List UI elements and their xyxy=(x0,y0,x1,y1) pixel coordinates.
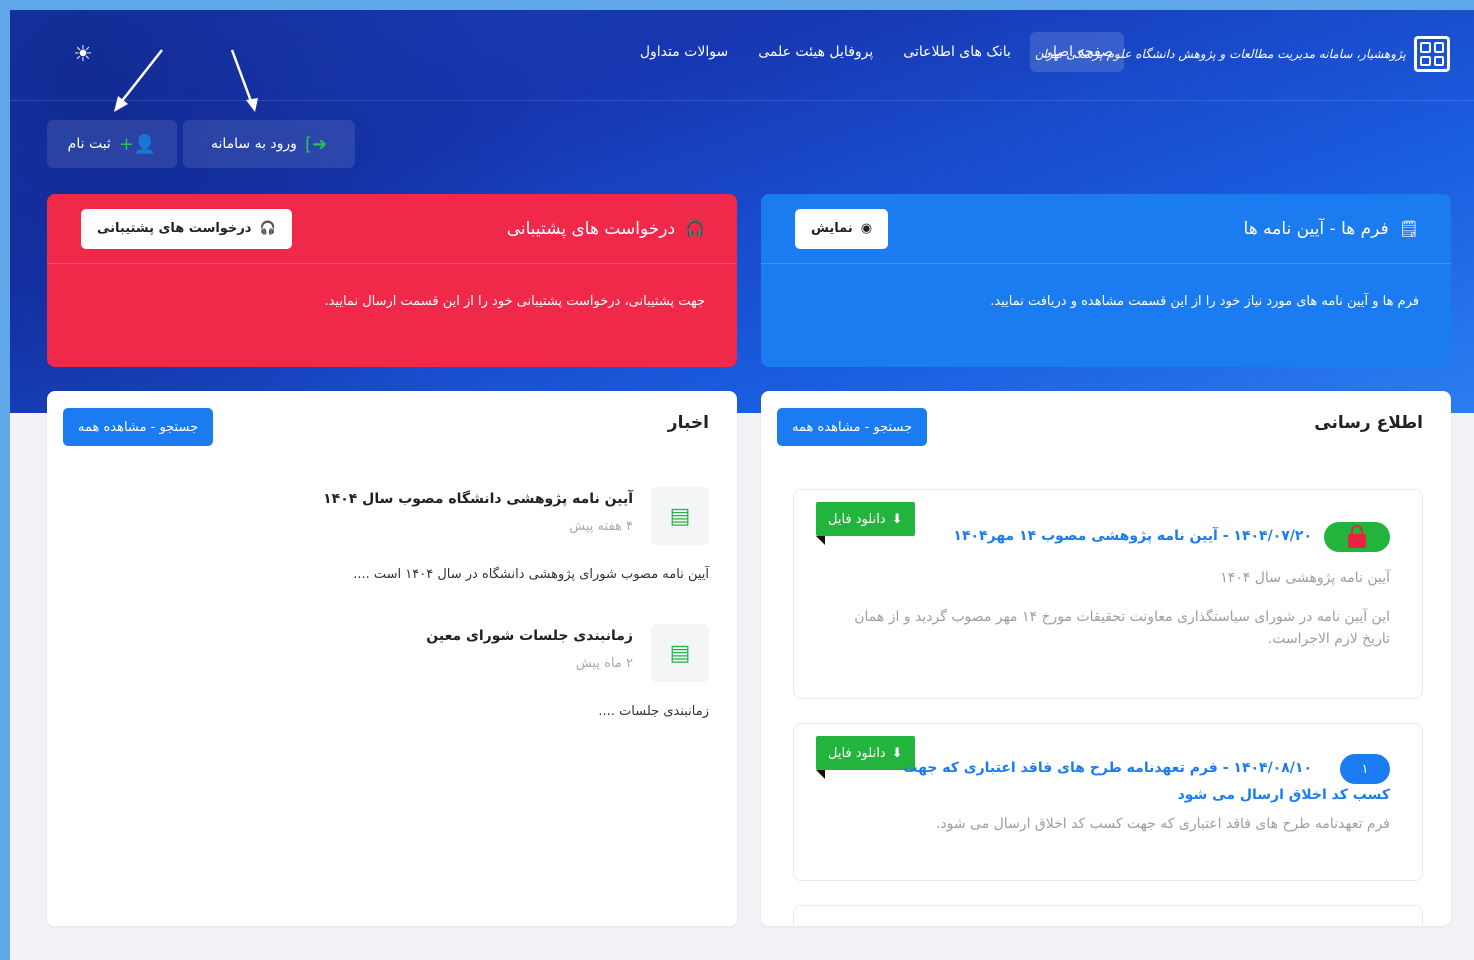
sign-in-icon: ➜] xyxy=(304,133,328,155)
eye-icon: ◉ xyxy=(860,221,873,236)
headset-icon: 🎧 xyxy=(685,219,705,238)
support-card-title-text: درخواست های پشتیبانی xyxy=(506,218,676,239)
annotation-arrow-right xyxy=(230,49,258,112)
announcements-search-button[interactable]: جستجو - مشاهده همه xyxy=(777,408,928,446)
forms-card: 🗒 فرم ها - آیین نامه ها ◉ نمایش فرم ها و… xyxy=(761,194,1451,367)
login-button[interactable]: ➜] ورود به سامانه xyxy=(183,120,355,168)
forms-card-title-text: فرم ها - آیین نامه ها xyxy=(1243,218,1389,239)
university-logo-icon xyxy=(1414,36,1450,72)
news-title: اخبار xyxy=(667,413,709,433)
announcement-subtitle: آیین نامه پژوهشی سال ۱۴۰۴ xyxy=(1220,570,1390,586)
news-item-title[interactable]: آیین نامه پژوهشی دانشگاه مصوب سال ۱۴۰۴ xyxy=(323,491,633,507)
news-item-time: ۲ ماه پیش xyxy=(575,656,633,671)
lock-badge xyxy=(1324,522,1390,552)
news-item[interactable]: ▤ زمانبندی جلسات شورای معین ۲ ماه پیش زم… xyxy=(69,624,709,724)
newspaper-icon: ▤ xyxy=(651,487,709,545)
announcement-item-partial xyxy=(793,905,1423,926)
announcement-body: فرم تعهدنامه طرح های فاقد اعتباری که جهت… xyxy=(935,816,1390,832)
news-panel: اخبار جستجو - مشاهده همه ▤ آیین نامه پژو… xyxy=(47,391,737,926)
download-label: دانلود فایل xyxy=(828,745,886,761)
announcement-item: ⬇ دانلود فایل ۱۴۰۴/۰۷/۲۰ - آیین نامه پژو… xyxy=(793,489,1423,699)
support-card-header: 🎧 درخواست های پشتیبانی 🎧 درخواست های پشت… xyxy=(47,194,737,264)
nav-item-faq[interactable]: سوالات متداول xyxy=(629,32,739,72)
news-item[interactable]: ▤ آیین نامه پژوهشی دانشگاه مصوب سال ۱۴۰۴… xyxy=(69,487,709,587)
download-icon: ⬇ xyxy=(891,745,903,761)
login-label: ورود به سامانه xyxy=(210,136,297,152)
announcements-panel: اطلاع رسانی جستجو - مشاهده همه ⬇ دانلود … xyxy=(761,391,1451,926)
announcement-item: ⬇ دانلود فایل ۱ ۱۴۰۴/۰۸/۱۰ - فرم تعهدنام… xyxy=(793,723,1423,881)
nav-item-faculty-profile[interactable]: پروفایل هیئت علمی xyxy=(747,32,884,72)
announcement-title-line2[interactable]: کسب کد اخلاق ارسال می شود xyxy=(1178,787,1390,803)
annotation-arrow-left xyxy=(114,49,163,112)
download-icon: ⬇ xyxy=(891,511,903,527)
main-nav: صفحه اصلی بانک های اطلاعاتی پروفایل هیئت… xyxy=(629,32,1124,72)
support-requests-button[interactable]: 🎧 درخواست های پشتیبانی xyxy=(81,208,292,249)
news-item-desc: آیین نامه مصوب شورای پژوهشی دانشگاه در س… xyxy=(353,567,709,582)
news-item-time: ۴ هفته پیش xyxy=(569,519,633,534)
show-forms-button[interactable]: ◉ نمایش xyxy=(795,208,889,249)
announcement-title[interactable]: ۱۴۰۴/۰۷/۲۰ - آیین نامه پژوهشی مصوب ۱۴ مه… xyxy=(953,528,1312,544)
download-file-button[interactable]: ⬇ دانلود فایل xyxy=(816,502,915,545)
nav-item-home[interactable]: صفحه اصلی xyxy=(1029,32,1124,72)
download-file-button[interactable]: ⬇ دانلود فایل xyxy=(816,736,915,779)
sun-icon[interactable]: ☀ xyxy=(70,42,96,68)
announcement-body: این آیین نامه در شورای سیاستگذاری معاونت… xyxy=(854,609,1390,647)
show-forms-label: نمایش xyxy=(811,221,853,236)
notes-icon: 🗒 xyxy=(1398,219,1419,238)
forms-card-body: فرم ها و آیین نامه های مورد نیاز خود را … xyxy=(990,294,1419,309)
download-label: دانلود فایل xyxy=(828,511,886,527)
newspaper-icon: ▤ xyxy=(651,624,709,682)
register-button[interactable]: 👤+ ثبت نام xyxy=(47,120,177,168)
news-item-desc: زمانبندی جلسات .... xyxy=(598,704,709,719)
support-requests-label: درخواست های پشتیبانی xyxy=(97,221,252,236)
support-card-title: 🎧 درخواست های پشتیبانی xyxy=(507,219,705,239)
news-item-title[interactable]: زمانبندی جلسات شورای معین xyxy=(426,628,633,644)
headset-small-icon: 🎧 xyxy=(259,221,276,236)
nav-item-databases[interactable]: بانک های اطلاعاتی xyxy=(892,32,1022,72)
support-card-body: جهت پشتیبانی، درخواست پشتیبانی خود را از… xyxy=(324,294,705,309)
forms-card-header: 🗒 فرم ها - آیین نامه ها ◉ نمایش xyxy=(761,194,1451,264)
support-card: 🎧 درخواست های پشتیبانی 🎧 درخواست های پشت… xyxy=(47,194,737,367)
news-search-button[interactable]: جستجو - مشاهده همه xyxy=(63,408,214,446)
announcement-title-line1[interactable]: ۱۴۰۴/۰۸/۱۰ - فرم تعهدنامه طرح های فاقد ا… xyxy=(903,760,1390,776)
lock-icon xyxy=(1348,525,1366,548)
user-plus-icon: 👤+ xyxy=(118,133,157,155)
announcements-title: اطلاع رسانی xyxy=(1314,413,1423,433)
register-label: ثبت نام xyxy=(67,136,111,152)
forms-card-title: 🗒 فرم ها - آیین نامه ها xyxy=(1244,219,1419,239)
